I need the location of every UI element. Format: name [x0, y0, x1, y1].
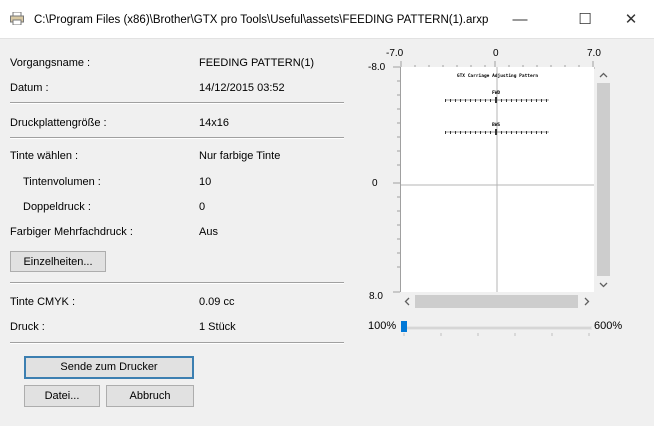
print-preview-canvas[interactable]: GTX Carriage Adjusting Pattern FWD BWS [400, 67, 594, 292]
zoom-slider[interactable] [400, 317, 593, 337]
multi-print-label: Farbiger Mehrfachdruck : [10, 226, 133, 238]
platen-value: 14x16 [199, 117, 229, 129]
send-to-printer-button[interactable]: Sende zum Drucker [24, 356, 194, 379]
pattern-title: GTX Carriage Adjusting Pattern [456, 74, 539, 79]
details-button[interactable]: Einzelheiten... [10, 251, 106, 272]
date-value: 14/12/2015 03:52 [199, 82, 285, 94]
ink-select-value: Nur farbige Tinte [199, 150, 281, 162]
print-count-value: 1 Stück [199, 321, 236, 333]
close-button[interactable]: ✕ [608, 0, 654, 38]
separator [10, 282, 344, 284]
scroll-left-icon[interactable] [398, 293, 415, 310]
vertical-scrollbar[interactable] [595, 66, 612, 293]
y-axis-mid-label: 0 [372, 178, 378, 189]
pattern-label-bws: BWS [492, 123, 501, 128]
window-title: C:\Program Files (x86)\Brother\GTX pro T… [34, 14, 489, 26]
multi-print-value: Aus [199, 226, 218, 238]
double-print-label: Doppeldruck : [23, 201, 91, 213]
pattern-label-fwd: FWD [492, 91, 501, 96]
platen-label: Druckplattengröße : [10, 117, 107, 129]
y-axis-min-label: -8.0 [368, 62, 386, 73]
y-axis-max-label: 8.0 [369, 291, 383, 302]
maximize-button[interactable]: ☐ [562, 0, 608, 38]
ink-volume-label: Tintenvolumen : [23, 176, 101, 188]
horizontal-scroll-thumb[interactable] [415, 295, 578, 308]
minimize-button[interactable]: — [497, 0, 543, 38]
scroll-down-icon[interactable] [595, 276, 612, 293]
zoom-min-label: 100% [368, 320, 397, 332]
vertical-scroll-thumb[interactable] [597, 83, 610, 276]
title-bar: C:\Program Files (x86)\Brother\GTX pro T… [0, 0, 654, 38]
cancel-button[interactable]: Abbruch [106, 385, 194, 407]
zoom-max-label: 600% [594, 320, 623, 332]
ink-volume-value: 10 [199, 176, 212, 188]
ink-cmyk-value: 0.09 cc [199, 296, 235, 308]
file-button[interactable]: Datei... [24, 385, 100, 407]
zoom-slider-ticks [403, 333, 590, 336]
double-print-value: 0 [199, 201, 206, 213]
separator [10, 137, 344, 139]
separator [10, 102, 344, 104]
job-name-value: FEEDING PATTERN(1) [199, 57, 315, 69]
zoom-slider-track [404, 326, 592, 330]
ink-cmyk-label: Tinte CMYK : [10, 296, 75, 308]
scroll-up-icon[interactable] [595, 66, 612, 83]
date-label: Datum : [10, 82, 49, 94]
ink-select-label: Tinte wählen : [10, 150, 79, 162]
zoom-slider-thumb[interactable] [401, 321, 407, 332]
printer-app-icon [10, 12, 24, 25]
print-count-label: Druck : [10, 321, 45, 333]
scroll-right-icon[interactable] [578, 293, 595, 310]
horizontal-scrollbar[interactable] [398, 293, 594, 310]
job-name-label: Vorgangsname : [10, 57, 91, 69]
separator [10, 342, 344, 344]
